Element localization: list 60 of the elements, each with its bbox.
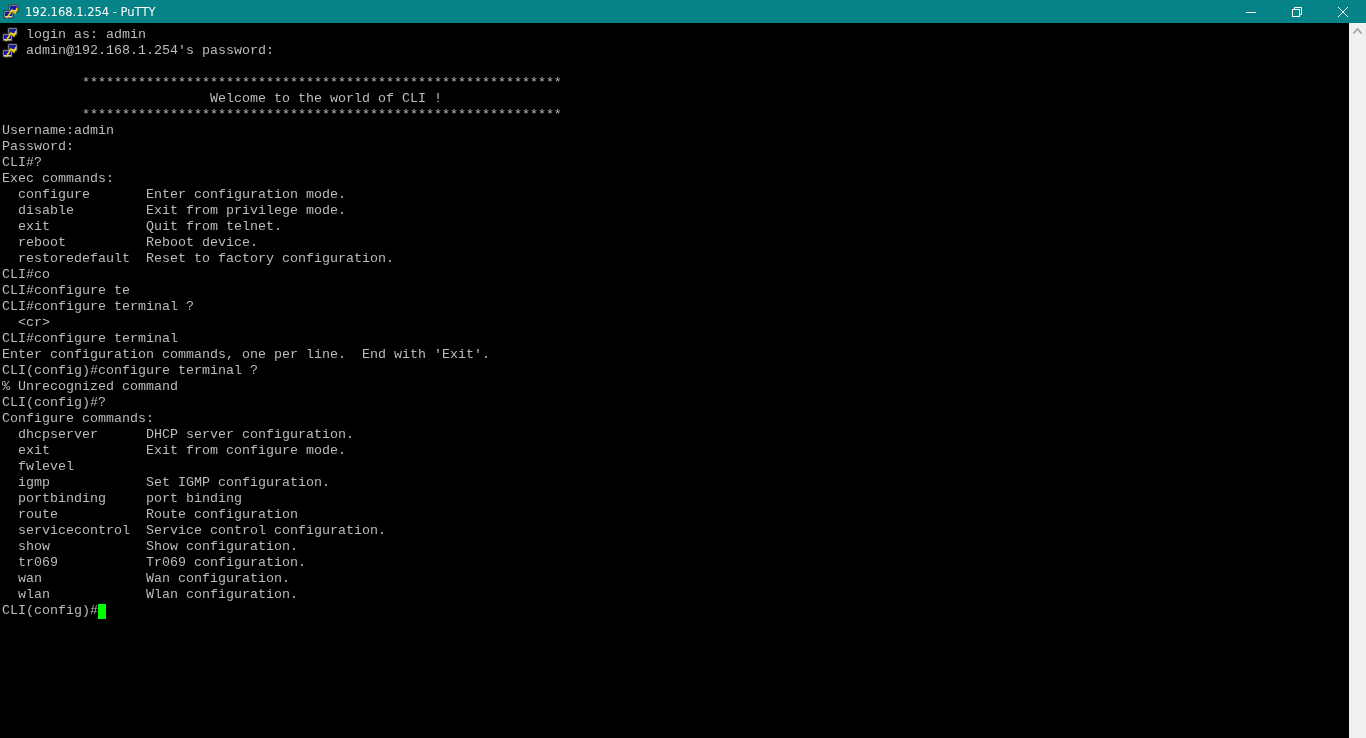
text-cursor <box>98 603 106 619</box>
command-description: Exit from configure mode. <box>146 443 346 459</box>
terminal-line: Exec commands: <box>2 171 114 187</box>
command-name: servicecontrol <box>18 523 131 539</box>
terminal-line: ************************************************************ <box>80 75 562 91</box>
terminal-line: CLI#configure terminal ? <box>2 299 194 315</box>
window-title: 192.168.1.254 - PuTTY <box>25 4 157 19</box>
terminal-line: Password: <box>2 139 74 155</box>
terminal-prompt: CLI(config)# <box>2 603 98 619</box>
command-name: show <box>18 539 51 555</box>
terminal-line: login as: admin <box>26 27 146 43</box>
command-name: configure <box>18 187 91 203</box>
restore-icon <box>1292 6 1302 17</box>
terminal-line: CLI(config)#configure terminal ? <box>2 363 258 379</box>
command-name: route <box>18 507 59 523</box>
terminal-line: Configure commands: <box>2 411 154 427</box>
command-description: Quit from telnet. <box>146 219 282 235</box>
command-name: <cr> <box>18 315 51 331</box>
command-description: Reset to factory configuration. <box>146 251 394 267</box>
terminal-line: admin@192.168.1.254's password: <box>26 43 274 59</box>
terminal-log-icon <box>2 27 18 43</box>
terminal-line: Welcome to the world of CLI ! <box>208 91 442 107</box>
command-name: wlan <box>18 587 51 603</box>
command-description: port binding <box>146 491 242 507</box>
command-name: igmp <box>18 475 51 491</box>
command-description: Wan configuration. <box>146 571 290 587</box>
command-description: Set IGMP configuration. <box>146 475 330 491</box>
command-name: exit <box>18 443 51 459</box>
command-name: dhcpserver <box>18 427 99 443</box>
command-name: reboot <box>18 235 67 251</box>
command-description: Service control configuration. <box>146 523 386 539</box>
command-description: Route configuration <box>146 507 298 523</box>
command-name: tr069 <box>18 555 59 571</box>
terminal-line: CLI(config)#? <box>2 395 106 411</box>
terminal-line: % Unrecognized command <box>2 379 178 395</box>
command-description: DHCP server configuration. <box>146 427 354 443</box>
scrollbar[interactable] <box>1349 23 1366 738</box>
command-description: Tr069 configuration. <box>146 555 306 571</box>
terminal-line: CLI#? <box>2 155 42 171</box>
command-name: fwlevel <box>18 459 75 475</box>
terminal-log-icon <box>2 43 18 59</box>
command-name: portbinding <box>18 491 107 507</box>
terminal-line: CLI#co <box>2 267 50 283</box>
terminal-line: CLI#configure terminal <box>2 331 178 347</box>
command-name: wan <box>18 571 43 587</box>
command-description: Exit from privilege mode. <box>146 203 346 219</box>
terminal-line: ************************************************************ <box>80 107 562 123</box>
scroll-up-icon[interactable] <box>1353 28 1362 34</box>
command-name: disable <box>18 203 75 219</box>
command-description: Enter configuration mode. <box>146 187 346 203</box>
terminal-line: Enter configuration commands, one per line. End with 'Exit'. <box>2 347 490 363</box>
command-name: exit <box>18 219 51 235</box>
command-name: restoredefault <box>18 251 131 267</box>
terminal-line: CLI#configure te <box>2 283 130 299</box>
terminal-line: Username:admin <box>2 123 114 139</box>
command-description: Show configuration. <box>146 539 298 555</box>
command-description: Wlan configuration. <box>146 587 298 603</box>
close-icon <box>1338 6 1348 17</box>
app-icon <box>3 3 19 20</box>
command-description: Reboot device. <box>146 235 258 251</box>
